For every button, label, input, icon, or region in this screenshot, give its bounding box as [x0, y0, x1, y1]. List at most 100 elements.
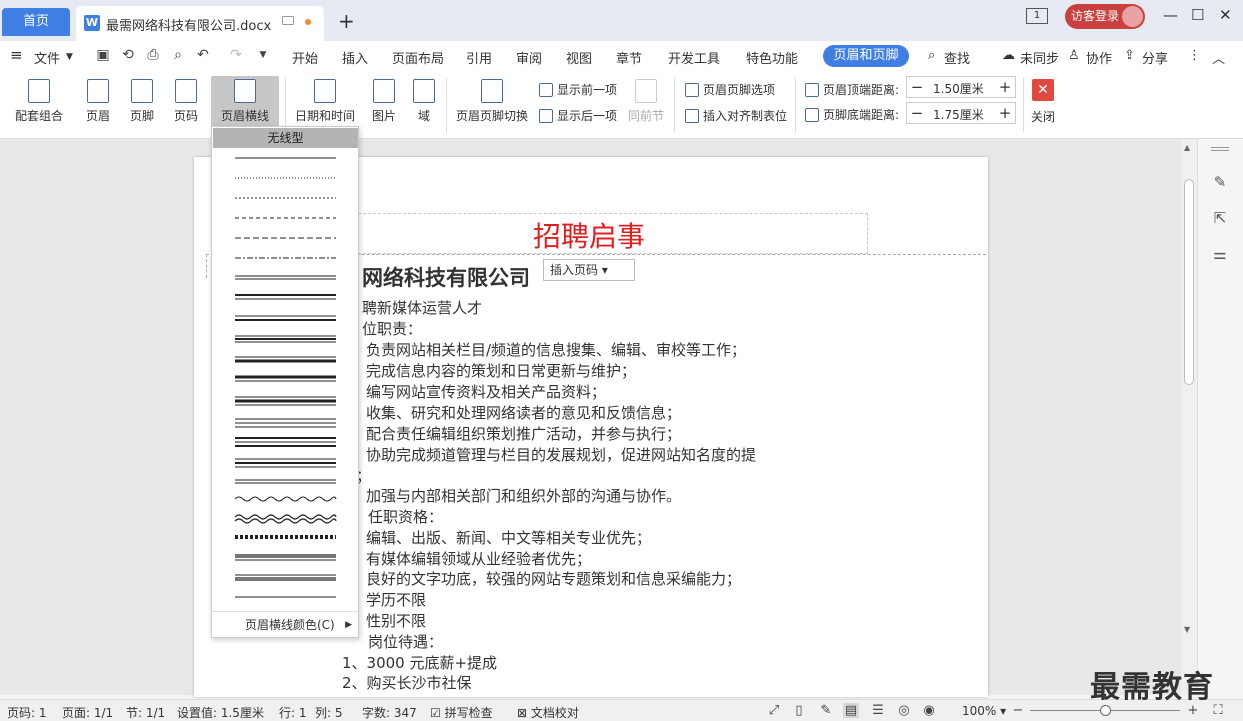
menu-file[interactable]: 文件: [34, 48, 60, 67]
footer-bottom-distance-field[interactable]: − 1.75厘米 +: [906, 102, 1016, 124]
line-style-list[interactable]: [212, 127, 358, 611]
hamburger-icon[interactable]: ≡: [10, 46, 23, 64]
show-next-icon: [539, 109, 553, 123]
status-setting[interactable]: 设置值: 1.5厘米: [177, 704, 264, 721]
picture-button[interactable]: 图片: [364, 71, 404, 124]
header-top-distance-field[interactable]: − 1.50厘米 +: [906, 76, 1016, 98]
increase-button[interactable]: +: [995, 77, 1015, 97]
cursor-icon[interactable]: ⇱: [1211, 209, 1229, 227]
insert-page-number-button[interactable]: 插入页码 ▾: [543, 259, 635, 281]
export-pdf-icon[interactable]: ⟲: [120, 47, 136, 63]
close-header-footer-icon[interactable]: ✕: [1032, 79, 1054, 101]
status-pages[interactable]: 页面: 1/1: [62, 704, 113, 721]
header-title[interactable]: 招聘启事: [533, 215, 645, 255]
decrease-button[interactable]: −: [907, 77, 927, 97]
increase-button[interactable]: +: [995, 103, 1015, 123]
status-page[interactable]: 页码: 1: [7, 704, 47, 721]
login-button[interactable]: 访客登录: [1065, 4, 1145, 29]
menu-developer[interactable]: 开发工具: [668, 48, 720, 67]
page-number-label: 页码: [173, 109, 198, 123]
status-section[interactable]: 节: 1/1: [126, 704, 165, 721]
outline-view-icon[interactable]: ☰: [870, 703, 886, 718]
menu-chapter[interactable]: 章节: [616, 48, 642, 67]
menu-reference[interactable]: 引用: [466, 48, 492, 67]
decrease-button[interactable]: −: [907, 103, 927, 123]
more-icon[interactable]: ⋮: [1188, 48, 1201, 63]
hf-options-button[interactable]: 页眉页脚选项: [685, 81, 775, 98]
scroll-down-icon[interactable]: ▼: [1184, 625, 1190, 634]
menu-layout[interactable]: 页面布局: [392, 48, 444, 67]
menu-view[interactable]: 视图: [566, 48, 592, 67]
collab-button[interactable]: 协作: [1086, 48, 1112, 67]
header-button[interactable]: 页眉: [78, 71, 118, 124]
status-column[interactable]: 列: 5: [315, 704, 343, 721]
link-previous-icon: [635, 79, 657, 103]
menu-review[interactable]: 审阅: [516, 48, 542, 67]
close-window-button[interactable]: ✕: [1219, 6, 1232, 24]
zoom-out-icon[interactable]: −: [1010, 703, 1026, 718]
preview-icon[interactable]: ⌕: [170, 47, 186, 63]
tab-home[interactable]: 首页: [2, 8, 70, 36]
page-view-icon[interactable]: ▤: [843, 703, 859, 718]
header-line-color-item[interactable]: 页眉横线颜色(C) ▶: [212, 611, 358, 637]
show-next-button[interactable]: 显示后一项: [539, 107, 617, 124]
search-icon[interactable]: ⌕: [928, 48, 935, 63]
combo-button[interactable]: 配套组合: [8, 71, 70, 124]
collapse-ribbon-icon[interactable]: ︿: [1212, 48, 1225, 67]
menu-header-footer[interactable]: 页眉和页脚: [823, 45, 909, 67]
print-icon[interactable]: ⎙: [145, 47, 161, 63]
fullscreen-icon[interactable]: ⤢: [766, 703, 782, 718]
same-as-previous-button[interactable]: 同前节: [626, 71, 666, 124]
show-previous-button[interactable]: 显示前一项: [539, 81, 617, 98]
panel-grip-icon[interactable]: [1211, 147, 1229, 151]
window-count-icon[interactable]: 1: [1026, 8, 1048, 24]
vertical-scrollbar[interactable]: ▲ ▼: [1181, 139, 1197, 695]
monitor-icon[interactable]: [282, 16, 294, 25]
header-line-button[interactable]: 页眉横线: [211, 76, 279, 131]
zoom-slider-handle[interactable]: [1100, 705, 1111, 716]
save-icon[interactable]: ▣: [95, 47, 111, 63]
body-line: 协助完成频道管理与栏目的发展规划，促进网站知名度的提: [366, 446, 757, 464]
read-mode-icon[interactable]: ▯: [791, 703, 807, 718]
new-tab-button[interactable]: +: [338, 9, 355, 33]
settings-sliders-icon[interactable]: ⚌: [1211, 245, 1229, 263]
zoom-level[interactable]: 100% ▾: [962, 704, 1006, 718]
chevron-down-icon[interactable]: ▼: [66, 52, 73, 62]
company-name[interactable]: 网络科技有限公司: [362, 262, 530, 292]
switch-header-footer-button[interactable]: 页眉页脚切换: [453, 71, 531, 124]
datetime-button[interactable]: 日期和时间: [292, 71, 358, 124]
switch-icon: [481, 79, 503, 103]
menu-search[interactable]: 查找: [944, 48, 970, 67]
sync-status[interactable]: 未同步: [1020, 48, 1059, 67]
header-top-distance-text: 页眉顶端距离:: [823, 83, 900, 97]
close-hf-label[interactable]: 关闭: [1031, 108, 1055, 125]
undo-icon[interactable]: ↶: [195, 47, 211, 63]
eye-protect-icon[interactable]: ◉: [921, 703, 937, 718]
status-word-count[interactable]: 字数: 347: [362, 704, 417, 721]
status-row[interactable]: 行: 1: [279, 704, 307, 721]
chevron-right-icon: ▶: [345, 620, 352, 630]
tab-document[interactable]: W 最需网络科技有限公司.docx: [76, 6, 324, 41]
web-view-icon[interactable]: ◎: [896, 703, 912, 718]
pen-icon[interactable]: ✎: [1211, 173, 1229, 191]
page-number-button[interactable]: 页码: [166, 71, 206, 124]
customize-icon[interactable]: ▼: [255, 47, 271, 63]
write-mode-icon[interactable]: ✎: [818, 703, 834, 718]
field-button[interactable]: 域: [408, 71, 440, 124]
menu-start[interactable]: 开始: [292, 48, 318, 67]
scrollbar-thumb[interactable]: [1184, 179, 1194, 385]
body-line: 完成信息内容的策划和日常更新与维护；: [366, 362, 637, 380]
footer-button[interactable]: 页脚: [122, 71, 162, 124]
scroll-up-icon[interactable]: ▲: [1184, 143, 1190, 152]
insert-tab-stop-button[interactable]: 插入对齐制表位: [685, 107, 787, 124]
footer-icon: [131, 79, 153, 103]
spell-check-button[interactable]: ☑ 拼写检查: [430, 704, 493, 721]
header-line-dropdown: 无线型 页眉横线颜色(C) ▶: [211, 126, 359, 638]
minimize-button[interactable]: —: [1163, 6, 1178, 24]
menu-insert[interactable]: 插入: [342, 48, 368, 67]
proofread-button[interactable]: ⊠ 文档校对: [517, 704, 579, 721]
maximize-button[interactable]: ☐: [1191, 6, 1204, 24]
redo-icon[interactable]: ↷: [228, 47, 244, 63]
menu-features[interactable]: 特色功能: [746, 48, 798, 67]
share-button[interactable]: 分享: [1142, 48, 1168, 67]
